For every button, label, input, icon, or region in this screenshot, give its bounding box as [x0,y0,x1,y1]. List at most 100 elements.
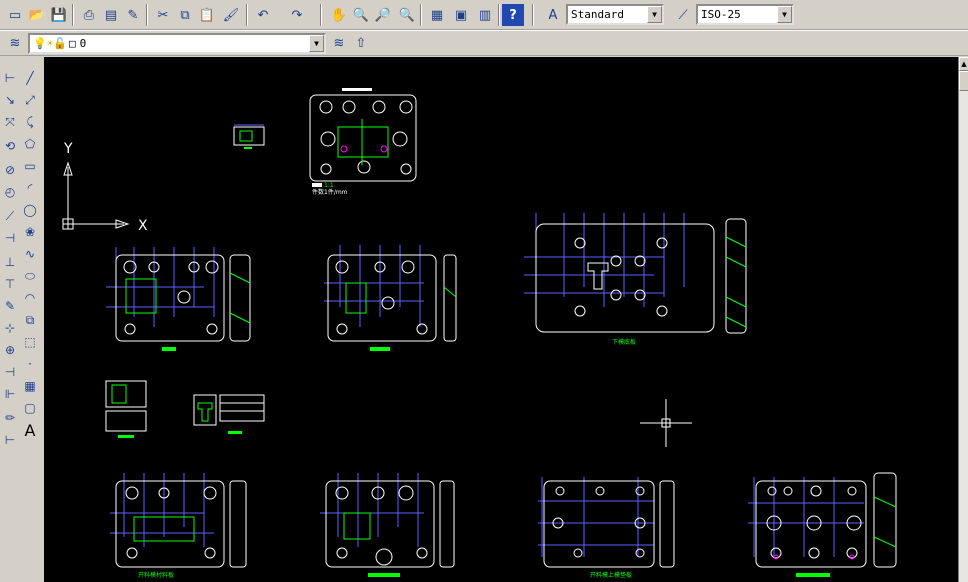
zoom-realtime-icon[interactable]: 🔍 [350,4,372,26]
make-current-layer-icon[interactable]: ≋ [328,32,350,54]
new-file-icon[interactable]: ▭ [4,4,26,26]
print-preview-icon[interactable]: ▤ [100,4,122,26]
text-style-select[interactable]: Standard ▼ [566,4,664,25]
lower-plate-title: 下模底板 [612,338,636,346]
plate-drawing-1 [106,247,251,351]
color-swatch-icon: □ [69,37,76,50]
circle-center-icon[interactable]: ⊕ [0,340,20,360]
make-block-icon[interactable]: ⬚ [20,332,40,352]
layer-select[interactable]: 💡 ☀ 🔓 □ 0 ▼ [28,33,326,54]
cut-icon[interactable]: ✂ [152,4,174,26]
separator [498,4,500,26]
leader-icon[interactable]: ⊢ [0,430,20,450]
design-center-icon[interactable]: ▣ [450,4,472,26]
modify-icon[interactable]: ⊢ [0,68,20,88]
fillet-icon[interactable]: ✎ [0,296,20,316]
lightbulb-icon: 💡 [33,37,47,50]
layer-previous-icon[interactable]: ⇧ [350,32,372,54]
hatch-icon[interactable]: ▦ [20,376,40,396]
ucs-icon [62,161,130,230]
separator [72,4,74,26]
measure-icon[interactable]: ⊣ [0,362,20,382]
standard-toolbar: ▭ 📂 💾 ⎙ ▤ ✎ ✂ ⧉ 📋 🖌 ↶ ↷ ✋ 🔍 🔎 🔍 ▦ ▣ ▥ ? … [0,0,968,30]
paste-icon[interactable]: 📋 [196,4,218,26]
trim-icon[interactable]: ⟋ [0,206,20,226]
zoom-previous-icon[interactable]: 🔍 [396,4,418,26]
scroll-up-icon[interactable]: ▲ [959,57,968,71]
edit-icon[interactable]: ✏ [0,408,20,428]
insert-block-icon[interactable]: ⧉ [20,310,40,330]
separator [320,4,322,26]
text-style-icon: A [548,7,558,23]
separator [246,4,248,26]
drawing-canvas[interactable]: Y X 1:1 件数1件/mm 下模底板 开料模村料板 开料模上模垫板 [44,57,958,582]
revision-cloud-icon[interactable]: ❀ [20,222,40,242]
publish-icon[interactable]: ✎ [122,4,144,26]
line-icon[interactable]: ╱ [20,68,40,88]
crosshair-cursor [640,399,692,447]
bottom-mid-title: 开料模上模垫板 [590,571,632,579]
draw-modify-toolbars: ⊢ ↘ ⤧ ⟲ ⊘ ◴ ⟋ ⊣ ⊥ ⊤ ✎ ⊹ ⊕ ⊣ ⊩ ✏ ⊢ ╱ ⤢ ⤹ … [0,56,44,582]
copy-icon[interactable]: ⧉ [174,4,196,26]
separator [146,4,148,26]
open-file-icon[interactable]: 📂 [26,4,48,26]
stretch-icon[interactable]: ◴ [0,182,20,202]
arc-icon[interactable]: ◜ [20,178,40,198]
redo-icon[interactable]: ↷ [286,4,308,26]
plate-drawing-3: 开料模村料板 [110,473,247,579]
layers-toolbar: ≋ 💡 ☀ 🔓 □ 0 ▼ ≋ ⇧ [0,30,968,56]
vertical-scrollbar[interactable]: ▲ [958,57,968,582]
legend-count: 件数1件/mm [312,188,348,196]
polyline-icon[interactable]: ⤹ [20,112,40,132]
explode-icon[interactable]: ⊹ [0,318,20,338]
offset-icon[interactable]: ↘ [0,90,20,110]
axis-x-label: X [138,218,148,234]
rectangle-icon[interactable]: ▭ [20,156,40,176]
undo-icon[interactable]: ↶ [252,4,274,26]
spline-icon[interactable]: ∿ [20,244,40,264]
chevron-down-icon[interactable]: ▼ [309,35,324,52]
dim-icon[interactable]: ⊩ [0,384,20,404]
scale-icon[interactable]: ⊘ [0,160,20,180]
zoom-window-icon[interactable]: 🔎 [372,4,394,26]
multiline-text-icon[interactable]: A [20,420,40,440]
separator [420,4,422,26]
lower-plate-drawing: 下模底板 [524,213,747,346]
plate-drawing-5: 开料模上模垫板 [538,477,675,579]
region-icon[interactable]: ▢ [20,398,40,418]
scroll-thumb[interactable] [959,71,968,91]
small-parts [105,380,265,438]
ellipse-arc-icon[interactable]: ◠ [20,288,40,308]
ellipse-icon[interactable]: ⬭ [20,266,40,286]
text-style-value: Standard [571,8,624,21]
circle-icon[interactable]: ◯ [20,200,40,220]
point-icon[interactable]: · [20,354,40,374]
print-icon[interactable]: ⎙ [78,4,100,26]
chamfer-icon[interactable]: ⊤ [0,274,20,294]
construction-line-icon[interactable]: ⤢ [20,90,40,110]
properties-icon[interactable]: ▦ [426,4,448,26]
bottom-left-title: 开料模村料板 [138,571,174,579]
break-icon[interactable]: ⊥ [0,252,20,272]
save-icon[interactable]: 💾 [48,4,70,26]
chevron-down-icon[interactable]: ▼ [647,6,662,23]
help-icon[interactable]: ? [502,4,524,26]
sun-icon: ☀ [46,37,54,50]
pan-icon[interactable]: ✋ [328,4,350,26]
plate-drawing-2 [324,245,457,351]
extend-icon[interactable]: ⊣ [0,228,20,248]
layer-manager-icon[interactable]: ≋ [4,32,26,54]
dimension-style-icon: ⟋ [678,7,688,23]
rotate-icon[interactable]: ⟲ [0,136,20,156]
layer-name: 0 [79,37,87,50]
chevron-down-icon[interactable]: ▼ [777,6,792,23]
mirror-icon[interactable]: ⤧ [0,112,20,132]
plate-drawing-4 [320,473,455,577]
plate-drawing-6 [748,472,897,577]
dimension-style-select[interactable]: ISO-25 ▼ [696,4,794,25]
polygon-icon[interactable]: ⬠ [20,134,40,154]
lock-icon: 🔓 [53,37,68,50]
axis-y-label: Y [63,141,73,157]
match-properties-icon[interactable]: 🖌 [220,4,242,26]
tool-palettes-icon[interactable]: ▥ [474,4,496,26]
